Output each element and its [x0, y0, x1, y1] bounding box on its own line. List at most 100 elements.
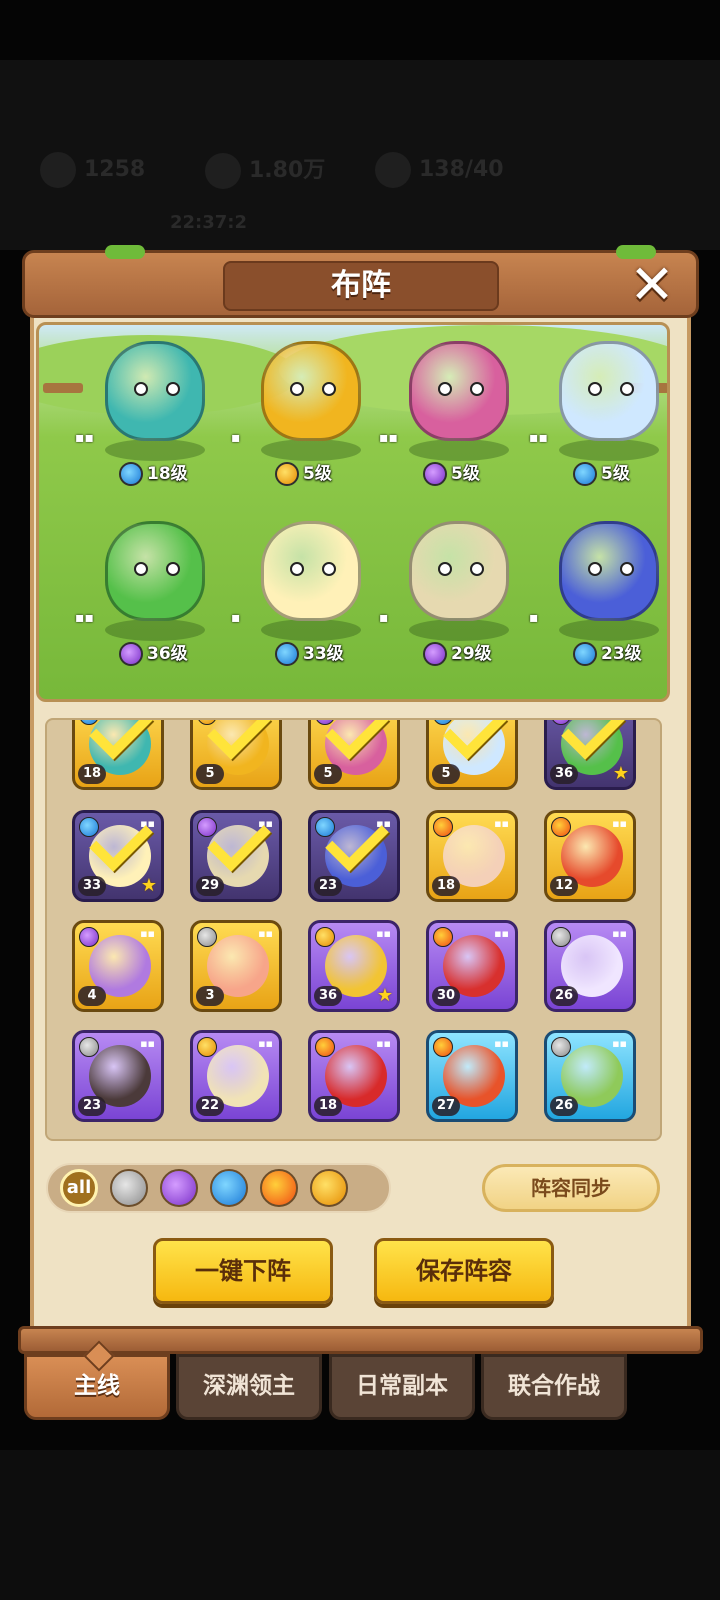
hero-card[interactable]: ▪▪ 26: [544, 920, 636, 1012]
level-label: 5级: [601, 464, 630, 484]
hero-shadow: [409, 619, 509, 641]
lineup-slot[interactable]: ▪ 23级: [529, 515, 667, 685]
poison-icon: [423, 462, 447, 486]
hero-shadow: [261, 619, 361, 641]
lineup-slot[interactable]: ▪▪ 36级: [75, 515, 225, 685]
hero-level: 36级: [119, 639, 188, 669]
level-label: 18级: [147, 464, 188, 484]
lineup-slot[interactable]: ▪▪ 5级: [379, 335, 529, 505]
hero-card[interactable]: ▪▪ 12: [544, 810, 636, 902]
element-filter-bar: all: [46, 1163, 391, 1213]
level-badge: 23: [314, 876, 342, 896]
level-badge: 18: [78, 764, 106, 784]
background-bottom: [0, 1450, 720, 1600]
hero-shadow: [261, 439, 361, 461]
level-badge: 5: [432, 764, 460, 784]
hero-card[interactable]: ▪▪ 4: [72, 920, 164, 1012]
hero-portrait: [105, 521, 205, 621]
level-badge: 12: [550, 876, 578, 896]
blade-icon: [551, 927, 571, 947]
background-hud: 1258 1.80万 138/40 22:37:2: [0, 60, 720, 250]
star-pips: ▪: [231, 430, 241, 446]
hero-card[interactable]: ▪▪5: [426, 720, 518, 790]
lineup-slot[interactable]: ▪▪ 5级: [529, 335, 667, 505]
remove-all-button[interactable]: 一键下阵: [153, 1238, 333, 1304]
hero-card[interactable]: ▪▪ 23: [308, 808, 400, 902]
level-badge: 3: [196, 986, 224, 1006]
thunder-icon: [197, 1037, 217, 1057]
tab-label: 日常副本: [356, 1373, 448, 1399]
panel-title: 布阵: [223, 261, 499, 311]
hero-roster[interactable]: ▪▪18▪▪5▪▪5▪▪5▪▪36★▪▪33★▪▪29▪▪23▪▪18▪▪12▪…: [45, 718, 662, 1141]
hero-card[interactable]: ▪▪ 33 ★: [72, 808, 164, 902]
close-button[interactable]: ✕: [626, 258, 678, 312]
filter-poison-icon[interactable]: [160, 1169, 198, 1207]
hero-card[interactable]: ▪▪36★: [544, 720, 636, 790]
hero-card[interactable]: ▪▪ 22: [190, 1030, 282, 1122]
hero-portrait: [409, 521, 509, 621]
hero-card[interactable]: ▪▪ 29: [190, 808, 282, 902]
hero-card[interactable]: ▪▪ 23: [72, 1030, 164, 1122]
lineup-slot[interactable]: ▪ 33级: [231, 515, 381, 685]
star-pips: ▪▪: [612, 817, 627, 830]
save-lineup-button[interactable]: 保存阵容: [374, 1238, 554, 1304]
hero-card[interactable]: ▪▪18: [72, 720, 164, 790]
level-badge: 33: [78, 876, 106, 896]
tab-label: 联合作战: [508, 1373, 600, 1399]
star-pips: ▪▪: [612, 927, 627, 940]
water-icon: [573, 462, 597, 486]
star-pips: ▪▪: [376, 1037, 391, 1050]
star-pips: ▪▪: [379, 430, 398, 446]
lineup-slot[interactable]: ▪ 29级: [379, 515, 529, 685]
tab-1[interactable]: 主线: [24, 1340, 170, 1420]
filter-blade-icon[interactable]: [110, 1169, 148, 1207]
filter-water-icon[interactable]: [210, 1169, 248, 1207]
hero-card[interactable]: ▪▪ 30: [426, 920, 518, 1012]
lineup-sync-button[interactable]: 阵容同步: [482, 1164, 660, 1212]
filter-thunder-icon[interactable]: [310, 1169, 348, 1207]
grass-decoration: [105, 245, 145, 259]
fire-icon: [433, 927, 453, 947]
star-pips: ▪▪: [140, 1037, 155, 1050]
level-badge: 26: [550, 1096, 578, 1116]
thunder-icon: [275, 462, 299, 486]
fire-icon: [315, 1037, 335, 1057]
level-badge: 18: [314, 1096, 342, 1116]
hero-card[interactable]: ▪▪5: [190, 720, 282, 790]
hero-card[interactable]: ▪▪18: [426, 810, 518, 902]
hero-shadow: [105, 439, 205, 461]
level-badge: 4: [78, 986, 106, 1006]
level-badge: 36: [314, 986, 342, 1006]
hero-portrait: [261, 521, 361, 621]
level-label: 33级: [303, 644, 344, 664]
tab-2[interactable]: 深渊领主: [176, 1354, 322, 1420]
star-pips: ▪▪: [612, 1037, 627, 1050]
hero-card[interactable]: ▪▪ 27: [426, 1030, 518, 1122]
hero-card[interactable]: ▪▪36★: [308, 920, 400, 1012]
filter-fire-icon[interactable]: [260, 1169, 298, 1207]
tab-4[interactable]: 联合作战: [481, 1354, 627, 1420]
lineup-slot[interactable]: ▪ 5级: [231, 335, 381, 505]
hero-level: 5级: [573, 459, 630, 489]
star-pips: ▪▪: [494, 927, 509, 940]
hero-card[interactable]: ▪▪ 3: [190, 920, 282, 1012]
hero-eyes: [290, 562, 336, 576]
level-label: 5级: [303, 464, 332, 484]
tab-3[interactable]: 日常副本: [329, 1354, 475, 1420]
hero-portrait: [559, 521, 659, 621]
hero-card[interactable]: ▪▪ 18: [308, 1030, 400, 1122]
lineup-slot[interactable]: ▪▪ 18级: [75, 335, 225, 505]
hero-card[interactable]: ▪▪ 26: [544, 1030, 636, 1122]
hero-level: 29级: [423, 639, 492, 669]
star-icon: ★: [612, 763, 629, 784]
hero-portrait: [409, 341, 509, 441]
level-badge: 26: [550, 986, 578, 1006]
resource-3: 138/40: [375, 152, 504, 188]
fire-icon: [433, 1037, 453, 1057]
poison-icon: [79, 927, 99, 947]
water-icon: [275, 642, 299, 666]
hero-card[interactable]: ▪▪5: [308, 720, 400, 790]
star-pips: ▪▪: [75, 430, 94, 446]
hero-eyes: [588, 562, 634, 576]
filter-all-tab[interactable]: all: [60, 1169, 98, 1207]
